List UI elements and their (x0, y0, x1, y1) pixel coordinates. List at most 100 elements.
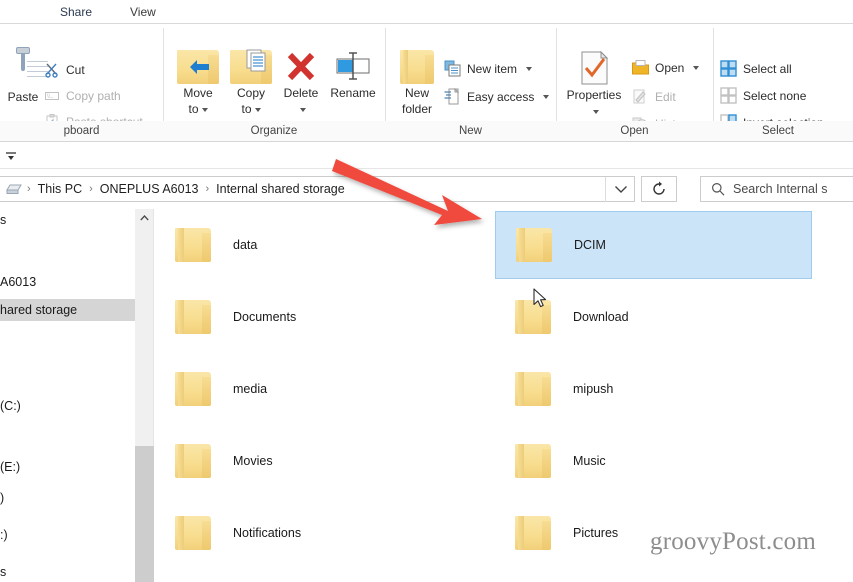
nav-item-internal-shared-storage[interactable]: hared storage (0, 299, 135, 321)
new-folder-label-line1: New (404, 86, 429, 100)
new-item-label: New item (467, 61, 518, 76)
breadcrumb-separator[interactable]: › (85, 183, 97, 195)
group-label-organize: Organize (250, 125, 298, 137)
list-item-mipush[interactable]: mipush (495, 355, 812, 423)
breadcrumb-address-input[interactable]: › This PC › ONEPLUS A6013 › Internal sha… (0, 176, 635, 202)
copy-to-button[interactable]: Copy to (226, 49, 276, 116)
tab-view[interactable]: View (120, 0, 166, 24)
select-all-icon (720, 60, 737, 77)
nav-item-0[interactable]: s (0, 209, 135, 231)
refresh-button[interactable] (641, 176, 677, 202)
chevron-down-icon[interactable] (201, 107, 208, 112)
breadcrumb-this-pc[interactable]: This PC (35, 182, 85, 196)
folder-icon (516, 228, 552, 262)
nav-item-6[interactable]: :) (0, 524, 135, 546)
tab-share[interactable]: Share (50, 0, 102, 24)
breadcrumb-separator[interactable]: › (201, 183, 213, 195)
copy-to-label-line2: to (241, 102, 252, 116)
nav-item-local-disk-c[interactable]: (C:) (0, 395, 135, 417)
select-none-icon (720, 87, 737, 104)
new-item-button[interactable]: New item (444, 60, 533, 77)
address-dropdown-button[interactable] (605, 177, 635, 202)
chevron-down-icon[interactable] (526, 66, 533, 71)
search-box[interactable]: Search Internal s (700, 176, 853, 202)
folder-icon (515, 372, 551, 406)
scrollbar-thumb[interactable] (135, 446, 154, 582)
breadcrumb-separator[interactable]: › (23, 183, 35, 195)
list-item-label: DCIM (574, 238, 606, 252)
list-item-music[interactable]: Music (495, 427, 812, 495)
new-folder-label-line2: folder (401, 102, 433, 116)
svg-text:\\..: \\.. (47, 94, 54, 100)
cut-button[interactable]: Cut (44, 62, 85, 78)
list-item-movies[interactable]: Movies (155, 427, 468, 495)
list-item-documents[interactable]: Documents (155, 283, 468, 351)
rename-button[interactable]: Rename (326, 50, 380, 100)
properties-button[interactable]: Properties (562, 50, 626, 118)
copy-path-icon: \\.. (44, 88, 60, 104)
group-label-select: Select (762, 125, 794, 137)
select-all-button[interactable]: Select all (720, 60, 792, 77)
customize-qat-chevron-icon[interactable] (4, 150, 18, 164)
nav-item-5[interactable]: ) (0, 487, 135, 509)
breadcrumb-oneplus-a6013[interactable]: ONEPLUS A6013 (97, 182, 202, 196)
quick-access-toolbar-row (0, 143, 853, 169)
chevron-down-icon[interactable] (254, 107, 261, 112)
nav-item-oneplus-a6013[interactable]: A6013 (0, 271, 135, 293)
folder-icon (515, 516, 551, 550)
folder-icon (175, 228, 211, 262)
chevron-down-icon[interactable] (543, 94, 550, 99)
list-item-notifications[interactable]: Notifications (155, 499, 468, 567)
move-to-label-line1: Move (183, 86, 213, 100)
watermark: groovyPost.com (650, 528, 816, 555)
list-item-label: Documents (233, 310, 297, 324)
list-item-media[interactable]: media (155, 355, 468, 423)
select-none-button[interactable]: Select none (720, 87, 806, 104)
properties-checkmark-icon (578, 50, 610, 86)
delete-label: Delete (283, 86, 319, 100)
rename-label: Rename (330, 86, 376, 100)
folder-with-documents-icon (230, 49, 272, 84)
delete-x-icon (283, 50, 319, 84)
navigation-pane[interactable]: s A6013 hared storage (C:) (E:) ) :) s (0, 209, 135, 582)
breadcrumb-internal-shared-storage[interactable]: Internal shared storage (213, 182, 348, 196)
list-item-dcim[interactable]: DCIM (495, 211, 812, 279)
folder-icon (175, 300, 211, 334)
copy-to-label-line1: Copy (236, 86, 265, 100)
delete-button[interactable]: Delete (278, 50, 324, 116)
list-item-label: media (233, 382, 268, 396)
scroll-up-arrow-icon[interactable] (135, 209, 154, 226)
chevron-down-icon[interactable] (592, 109, 599, 114)
nav-item-drive-e[interactable]: (E:) (0, 456, 135, 478)
folder-icon (175, 444, 211, 478)
edit-pencil-icon (632, 88, 649, 105)
easy-access-icon (444, 87, 461, 105)
list-item-label: data (233, 238, 258, 252)
select-none-label: Select none (743, 88, 807, 103)
chevron-down-icon[interactable] (299, 107, 306, 112)
new-item-icon (444, 60, 461, 77)
folder-icon (515, 300, 551, 334)
group-label-open: Open (620, 125, 649, 137)
file-list[interactable]: data Documents media Movies Notification… (155, 209, 853, 582)
ribbon: Paste Cut \\.. Copy path Move to Copy to… (0, 24, 853, 142)
navigation-pane-scrollbar[interactable] (135, 209, 154, 582)
new-folder-button[interactable]: New folder (394, 50, 440, 116)
move-to-label-line2: to (188, 102, 199, 116)
open-button[interactable]: Open (632, 60, 700, 75)
folder-with-left-arrow-icon (177, 50, 219, 84)
chevron-down-icon[interactable] (693, 65, 700, 70)
list-item-download[interactable]: Download (495, 283, 812, 351)
nav-item-7[interactable]: s (0, 561, 135, 582)
paste-button[interactable]: Paste (0, 47, 48, 104)
move-to-button[interactable]: Move to (173, 50, 223, 116)
edit-label: Edit (655, 89, 676, 104)
search-input[interactable]: Search Internal s (733, 182, 828, 196)
open-label: Open (655, 60, 685, 75)
properties-label: Properties (566, 88, 622, 102)
easy-access-button[interactable]: Easy access (444, 87, 550, 105)
list-item-data[interactable]: data (155, 211, 468, 279)
file-explorer-window: Share View Paste Cut \\.. Copy path Move… (0, 0, 853, 582)
folder-icon (515, 444, 551, 478)
edit-button: Edit (632, 88, 676, 105)
